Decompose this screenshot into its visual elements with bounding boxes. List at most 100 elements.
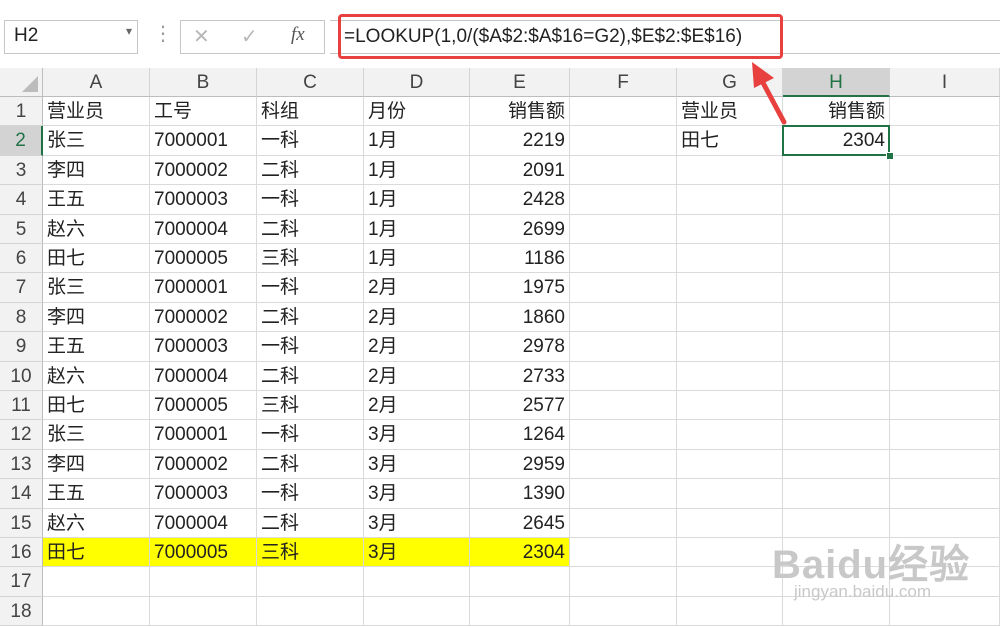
row-header-12[interactable]: 12 [0, 420, 43, 450]
column-header-h[interactable]: H [783, 68, 890, 97]
column-header-g[interactable]: G [677, 68, 783, 97]
cell-d10[interactable]: 2月 [364, 361, 470, 391]
cell-b10[interactable]: 7000004 [150, 361, 257, 391]
cell-e12[interactable]: 1264 [470, 420, 570, 450]
cell-f11[interactable] [570, 391, 677, 421]
column-header-b[interactable]: B [150, 68, 257, 97]
cell-b17[interactable] [150, 567, 257, 597]
cell-a1[interactable]: 营业员 [43, 97, 150, 127]
cell-i13[interactable] [890, 449, 1000, 480]
cell-b5[interactable]: 7000004 [150, 214, 257, 244]
cell-b4[interactable]: 7000003 [150, 185, 257, 215]
cell-g10[interactable] [677, 361, 783, 391]
cell-a8[interactable]: 李四 [43, 302, 150, 333]
cell-f14[interactable] [570, 479, 677, 509]
cell-g12[interactable] [677, 420, 783, 450]
cell-c9[interactable]: 一科 [257, 332, 364, 362]
cell-e2[interactable]: 2219 [470, 126, 570, 156]
cell-a16[interactable]: 田七 [43, 538, 150, 568]
cell-c17[interactable] [257, 567, 364, 597]
cell-a11[interactable]: 田七 [43, 391, 150, 421]
cell-d4[interactable]: 1月 [364, 185, 470, 215]
cell-g11[interactable] [677, 391, 783, 421]
cell-f10[interactable] [570, 361, 677, 391]
row-header-14[interactable]: 14 [0, 479, 43, 509]
cell-i1[interactable] [890, 97, 1000, 127]
row-header-17[interactable]: 17 [0, 567, 43, 597]
cell-f17[interactable] [570, 567, 677, 597]
cell-h11[interactable] [783, 391, 890, 421]
row-header-9[interactable]: 9 [0, 332, 43, 362]
cell-f8[interactable] [570, 302, 677, 333]
cell-c8[interactable]: 二科 [257, 302, 364, 333]
cell-c12[interactable]: 一科 [257, 420, 364, 450]
cell-a15[interactable]: 赵六 [43, 508, 150, 538]
row-header-13[interactable]: 13 [0, 449, 43, 480]
cell-b16[interactable]: 7000005 [150, 538, 257, 568]
column-header-c[interactable]: C [257, 68, 364, 97]
column-header-f[interactable]: F [570, 68, 677, 97]
cell-i3[interactable] [890, 155, 1000, 186]
cell-h12[interactable] [783, 420, 890, 450]
cell-d14[interactable]: 3月 [364, 479, 470, 509]
row-header-6[interactable]: 6 [0, 244, 43, 274]
row-header-16[interactable]: 16 [0, 538, 43, 568]
cell-e9[interactable]: 2978 [470, 332, 570, 362]
cell-c7[interactable]: 一科 [257, 273, 364, 303]
cell-e11[interactable]: 2577 [470, 391, 570, 421]
cell-e16[interactable]: 2304 [470, 538, 570, 568]
cell-d11[interactable]: 2月 [364, 391, 470, 421]
cell-h3[interactable] [783, 155, 890, 186]
cell-d12[interactable]: 3月 [364, 420, 470, 450]
cell-e17[interactable] [470, 567, 570, 597]
cell-e4[interactable]: 2428 [470, 185, 570, 215]
cell-f13[interactable] [570, 449, 677, 480]
cell-g4[interactable] [677, 185, 783, 215]
cell-i4[interactable] [890, 185, 1000, 215]
cell-i2[interactable] [890, 126, 1000, 156]
cell-d2[interactable]: 1月 [364, 126, 470, 156]
cell-e1[interactable]: 销售额 [470, 97, 570, 127]
cell-f4[interactable] [570, 185, 677, 215]
cell-c1[interactable]: 科组 [257, 97, 364, 127]
column-header-e[interactable]: E [470, 68, 570, 97]
name-box[interactable]: H2 ▾ [4, 20, 138, 54]
cell-b11[interactable]: 7000005 [150, 391, 257, 421]
cell-e13[interactable]: 2959 [470, 449, 570, 480]
cell-i5[interactable] [890, 214, 1000, 244]
cell-b2[interactable]: 7000001 [150, 126, 257, 156]
row-header-1[interactable]: 1 [0, 97, 43, 127]
select-all-button[interactable] [0, 68, 43, 97]
name-box-value[interactable]: H2 [14, 25, 38, 47]
cell-f5[interactable] [570, 214, 677, 244]
cell-e6[interactable]: 1186 [470, 244, 570, 274]
cell-a7[interactable]: 张三 [43, 273, 150, 303]
cell-i12[interactable] [890, 420, 1000, 450]
row-header-8[interactable]: 8 [0, 302, 43, 333]
cell-c15[interactable]: 二科 [257, 508, 364, 538]
cell-d16[interactable]: 3月 [364, 538, 470, 568]
cell-b7[interactable]: 7000001 [150, 273, 257, 303]
cell-b3[interactable]: 7000002 [150, 155, 257, 186]
cell-a2[interactable]: 张三 [43, 126, 150, 156]
cell-d6[interactable]: 1月 [364, 244, 470, 274]
cell-f6[interactable] [570, 244, 677, 274]
cell-i14[interactable] [890, 479, 1000, 509]
cell-f1[interactable] [570, 97, 677, 127]
cell-g8[interactable] [677, 302, 783, 333]
cell-f15[interactable] [570, 508, 677, 538]
cell-c16[interactable]: 三科 [257, 538, 364, 568]
cell-h14[interactable] [783, 479, 890, 509]
cell-d7[interactable]: 2月 [364, 273, 470, 303]
cell-f16[interactable] [570, 538, 677, 568]
cell-c11[interactable]: 三科 [257, 391, 364, 421]
cell-f2[interactable] [570, 126, 677, 156]
cell-c4[interactable]: 一科 [257, 185, 364, 215]
cell-c3[interactable]: 二科 [257, 155, 364, 186]
cell-b12[interactable]: 7000001 [150, 420, 257, 450]
cell-b9[interactable]: 7000003 [150, 332, 257, 362]
cell-f9[interactable] [570, 332, 677, 362]
cell-c6[interactable]: 三科 [257, 244, 364, 274]
cell-h6[interactable] [783, 244, 890, 274]
cell-b15[interactable]: 7000004 [150, 508, 257, 538]
